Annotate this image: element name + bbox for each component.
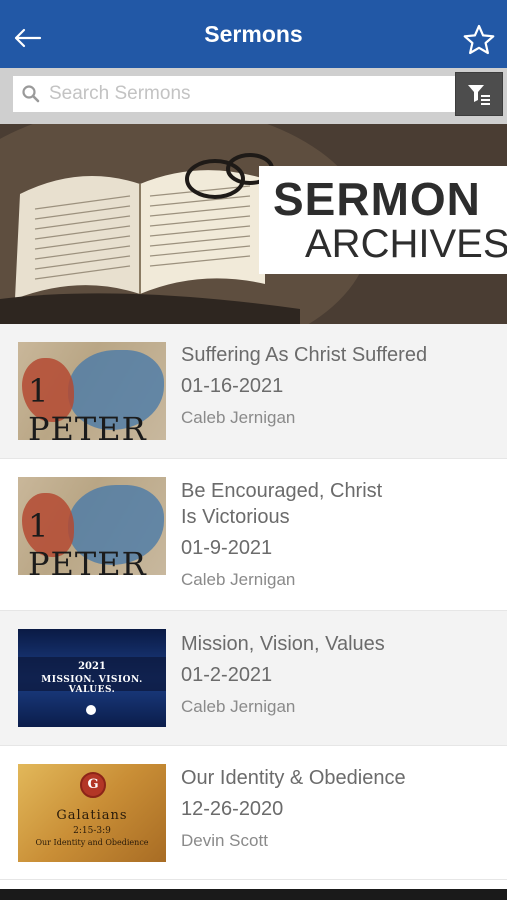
thumbnail-text: 1 PETER — [28, 507, 147, 575]
sermon-item[interactable]: 2021 MISSION. VISION. VALUES. Mission, V… — [0, 611, 507, 746]
thumbnail-subtitle: Our Identity and Obedience — [35, 838, 149, 847]
sermon-title-line-2: Is Victorious — [181, 506, 290, 528]
page-title: Sermons — [204, 20, 303, 47]
sermon-date: 12-26-2020 — [181, 798, 284, 820]
search-input[interactable] — [49, 83, 439, 105]
sermon-date: 01-16-2021 — [181, 375, 284, 397]
thumbnail-seal: G — [80, 772, 106, 798]
thumbnail-ref: 2:15-3:9 — [73, 826, 111, 836]
search-icon — [13, 76, 49, 112]
sermon-thumbnail: G Galatians 2:15-3:9 Our Identity and Ob… — [18, 764, 166, 862]
search-box — [13, 76, 455, 112]
filter-icon — [468, 85, 490, 105]
back-arrow-icon — [14, 28, 42, 48]
thumbnail-text: MISSION. VISION. VALUES. — [41, 675, 143, 695]
sermon-speaker: Caleb Jernigan — [181, 697, 296, 716]
sermon-date: 01-9-2021 — [181, 537, 273, 559]
back-button[interactable] — [8, 18, 48, 58]
banner-line-1: SERMON — [273, 173, 481, 225]
filter-button[interactable] — [455, 72, 503, 116]
bottom-edge — [0, 889, 507, 900]
sermon-info: Be Encouraged, Christ Is Victorious 01-9… — [181, 478, 382, 591]
thumbnail-decoration — [86, 705, 96, 715]
app-header: Sermons — [0, 0, 507, 68]
thumbnail-text: 1 PETER — [28, 372, 147, 440]
sermon-item[interactable]: 1 PETER Be Encouraged, Christ Is Victori… — [0, 459, 507, 611]
sermon-info: Our Identity & Obedience 12-26-2020 Devi… — [181, 765, 406, 852]
sermon-title: Our Identity & Obedience — [181, 767, 406, 789]
sermon-thumbnail: 2021 MISSION. VISION. VALUES. — [18, 629, 166, 727]
sermon-speaker: Caleb Jernigan — [181, 570, 296, 589]
sermon-item[interactable]: G Galatians 2:15-3:9 Our Identity and Ob… — [0, 746, 507, 880]
sermon-list: 1 PETER Suffering As Christ Suffered 01-… — [0, 324, 507, 880]
sermon-thumbnail: 1 PETER — [18, 342, 166, 440]
banner-line-2: ARCHIVES — [305, 222, 507, 266]
sermon-archives-banner: SERMON ARCHIVES — [0, 124, 507, 324]
sermon-title: Suffering As Christ Suffered — [181, 344, 428, 366]
sermon-item[interactable]: 1 PETER Suffering As Christ Suffered 01-… — [0, 324, 507, 459]
thumbnail-year: 2021 — [78, 661, 106, 672]
star-icon — [463, 24, 495, 55]
search-bar — [0, 68, 507, 124]
sermon-info: Mission, Vision, Values 01-2-2021 Caleb … — [181, 631, 385, 718]
sermon-thumbnail: 1 PETER — [18, 477, 166, 575]
favorite-button[interactable] — [459, 20, 499, 60]
sermon-speaker: Caleb Jernigan — [181, 408, 296, 427]
sermon-speaker: Devin Scott — [181, 831, 268, 850]
sermon-info: Suffering As Christ Suffered 01-16-2021 … — [181, 342, 427, 429]
thumbnail-book: Galatians — [56, 808, 128, 823]
sermon-date: 01-2-2021 — [181, 664, 273, 686]
sermon-title-line-1: Be Encouraged, Christ — [181, 480, 383, 502]
sermon-title: Mission, Vision, Values — [181, 633, 385, 655]
banner-label: SERMON ARCHIVES — [259, 166, 507, 274]
